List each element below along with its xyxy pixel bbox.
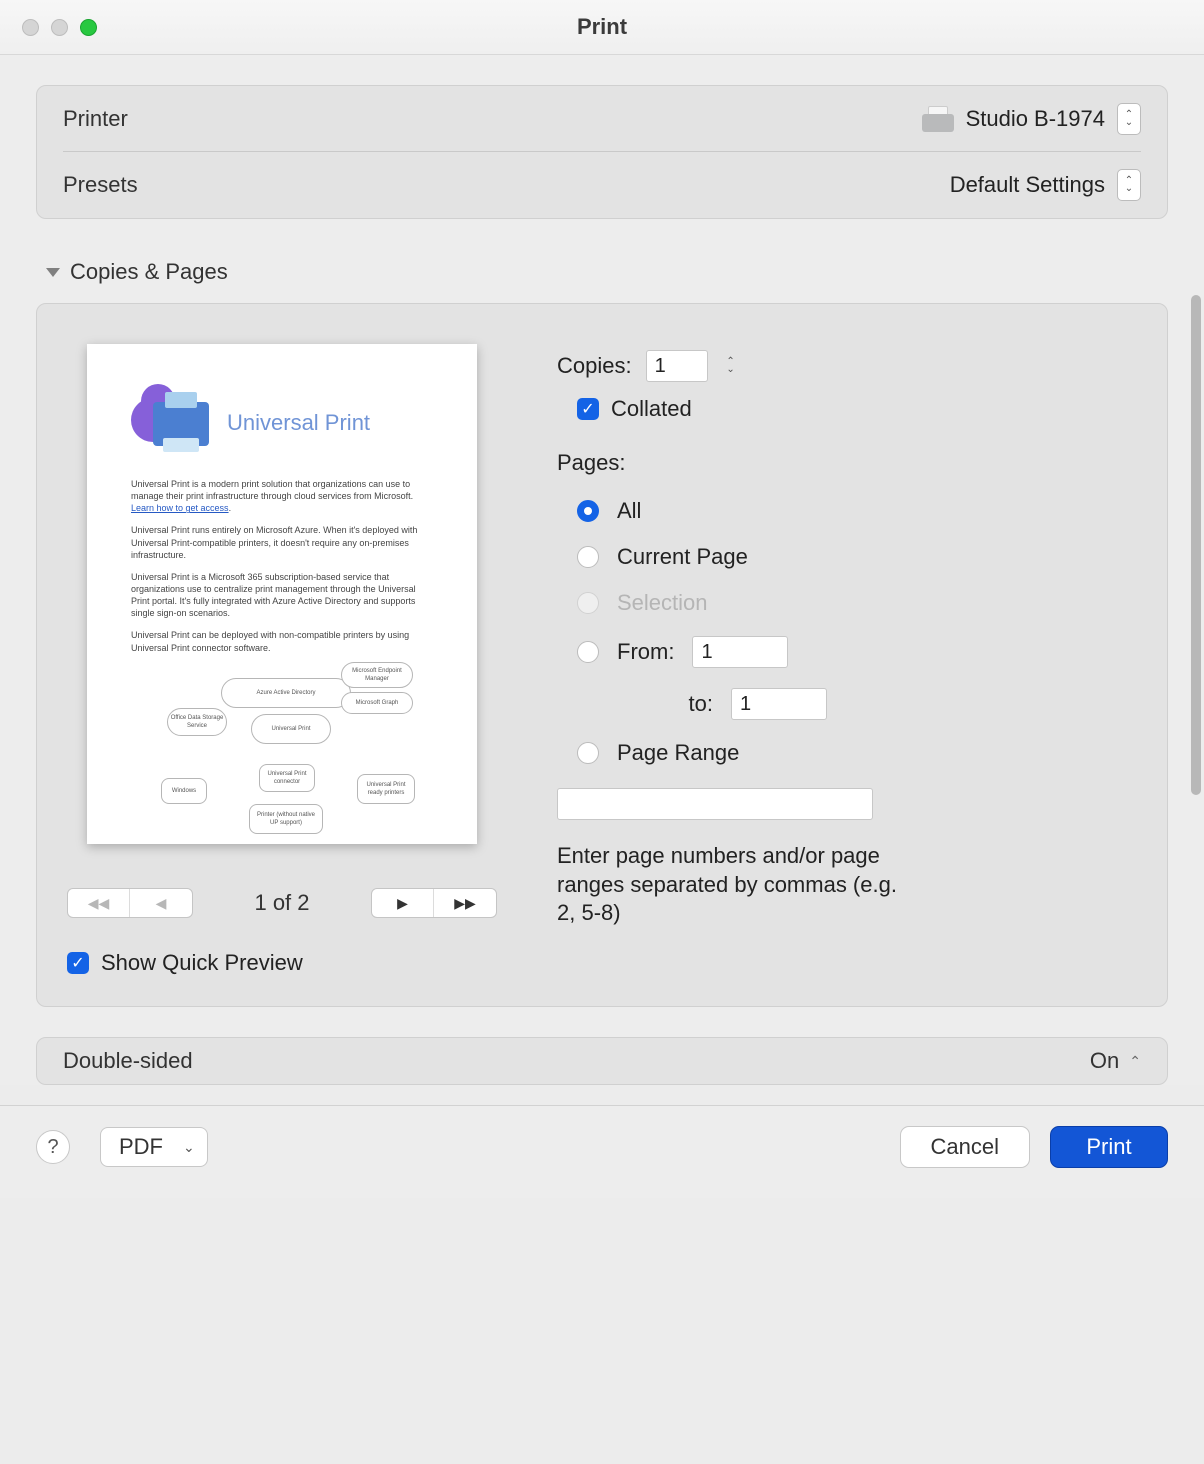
double-sided-value: On: [1090, 1048, 1119, 1074]
pages-from-radio[interactable]: [577, 641, 599, 663]
copies-stepper[interactable]: ⌃⌄: [722, 358, 740, 374]
copies-input[interactable]: [646, 350, 708, 382]
preview-para-2: Universal Print runs entirely on Microso…: [131, 524, 433, 560]
copies-pages-panel: Universal Print Universal Print is a mod…: [36, 303, 1168, 1007]
pages-current-label: Current Page: [617, 544, 748, 570]
pages-all-radio[interactable]: [577, 500, 599, 522]
preview-para-3: Universal Print is a Microsoft 365 subsc…: [131, 571, 433, 620]
print-button[interactable]: Print: [1050, 1126, 1168, 1168]
preview-pager: ◀◀ ◀ 1 of 2 ▶ ▶▶: [67, 888, 497, 918]
pager-last-button[interactable]: ▶▶: [434, 889, 496, 917]
presets-dropdown-stepper[interactable]: [1117, 169, 1141, 201]
show-quick-preview-label: Show Quick Preview: [101, 950, 303, 976]
pages-to-input[interactable]: [731, 688, 827, 720]
pdf-label: PDF: [119, 1134, 163, 1160]
collated-row[interactable]: ✓ Collated: [577, 396, 1137, 422]
pages-current-row[interactable]: Current Page: [577, 544, 1137, 570]
pages-from-row[interactable]: From:: [577, 636, 1137, 668]
pages-from-input[interactable]: [692, 636, 788, 668]
pager-prev-button[interactable]: ◀: [130, 889, 192, 917]
disclosure-triangle-icon[interactable]: [46, 268, 60, 277]
preview-diagram: Azure Active Directory Microsoft Endpoin…: [131, 668, 433, 838]
pages-to-label: to:: [657, 691, 713, 717]
window-title: Print: [577, 14, 627, 40]
pages-from-label: From:: [617, 639, 674, 665]
preview-heading: Universal Print: [227, 408, 370, 438]
presets-label: Presets: [63, 172, 950, 198]
section-title: Copies & Pages: [70, 259, 228, 285]
pages-to-row: to:: [617, 688, 1137, 720]
pager-status: 1 of 2: [254, 890, 309, 916]
cancel-button[interactable]: Cancel: [900, 1126, 1030, 1168]
pager-first-button[interactable]: ◀◀: [68, 889, 130, 917]
chevron-down-icon: ⌄: [183, 1139, 195, 1156]
double-sided-label: Double-sided: [63, 1048, 193, 1074]
window-minimize-button[interactable]: [51, 19, 68, 36]
universal-print-icon: [131, 392, 209, 454]
show-quick-preview-checkbox[interactable]: ✓: [67, 952, 89, 974]
printer-label: Printer: [63, 106, 922, 132]
double-sided-panel: Double-sided On ⌃: [36, 1037, 1168, 1085]
preview-para-4: Universal Print can be deployed with non…: [131, 629, 433, 653]
pages-current-radio[interactable]: [577, 546, 599, 568]
pages-selection-label: Selection: [617, 590, 708, 616]
pages-all-label: All: [617, 498, 641, 524]
printer-dropdown-stepper[interactable]: [1117, 103, 1141, 135]
titlebar: Print: [0, 0, 1204, 55]
pages-range-radio[interactable]: [577, 742, 599, 764]
pages-range-input[interactable]: [557, 788, 873, 820]
pages-all-row[interactable]: All: [577, 498, 1137, 524]
show-quick-preview-row[interactable]: ✓ Show Quick Preview: [67, 950, 303, 976]
presets-value[interactable]: Default Settings: [950, 172, 1105, 198]
pages-range-label: Page Range: [617, 740, 739, 766]
pages-selection-row: Selection: [577, 590, 1137, 616]
dialog-footer: ? PDF ⌄ Cancel Print: [0, 1105, 1204, 1198]
pager-next-button[interactable]: ▶: [372, 889, 434, 917]
pdf-menu-button[interactable]: PDF ⌄: [100, 1127, 208, 1167]
scrollbar[interactable]: [1191, 295, 1201, 795]
pages-selection-radio: [577, 592, 599, 614]
section-copies-pages-header[interactable]: Copies & Pages: [46, 259, 1168, 285]
pages-label: Pages:: [557, 450, 1137, 476]
page-preview: Universal Print Universal Print is a mod…: [87, 344, 477, 844]
preview-para-1: Universal Print is a modern print soluti…: [131, 478, 433, 514]
copies-label: Copies:: [557, 353, 632, 379]
collated-label: Collated: [611, 396, 692, 422]
collated-checkbox[interactable]: ✓: [577, 398, 599, 420]
printer-icon: [922, 106, 954, 132]
window-close-button[interactable]: [22, 19, 39, 36]
pages-hint: Enter page numbers and/or page ranges se…: [557, 842, 897, 928]
window-zoom-button[interactable]: [80, 19, 97, 36]
printer-value[interactable]: Studio B-1974: [966, 106, 1105, 132]
pages-range-row[interactable]: Page Range: [577, 740, 1137, 766]
help-button[interactable]: ?: [36, 1130, 70, 1164]
double-sided-chevron-icon[interactable]: ⌃: [1129, 1053, 1141, 1070]
printer-presets-panel: Printer Studio B-1974 Presets Default Se…: [36, 85, 1168, 219]
